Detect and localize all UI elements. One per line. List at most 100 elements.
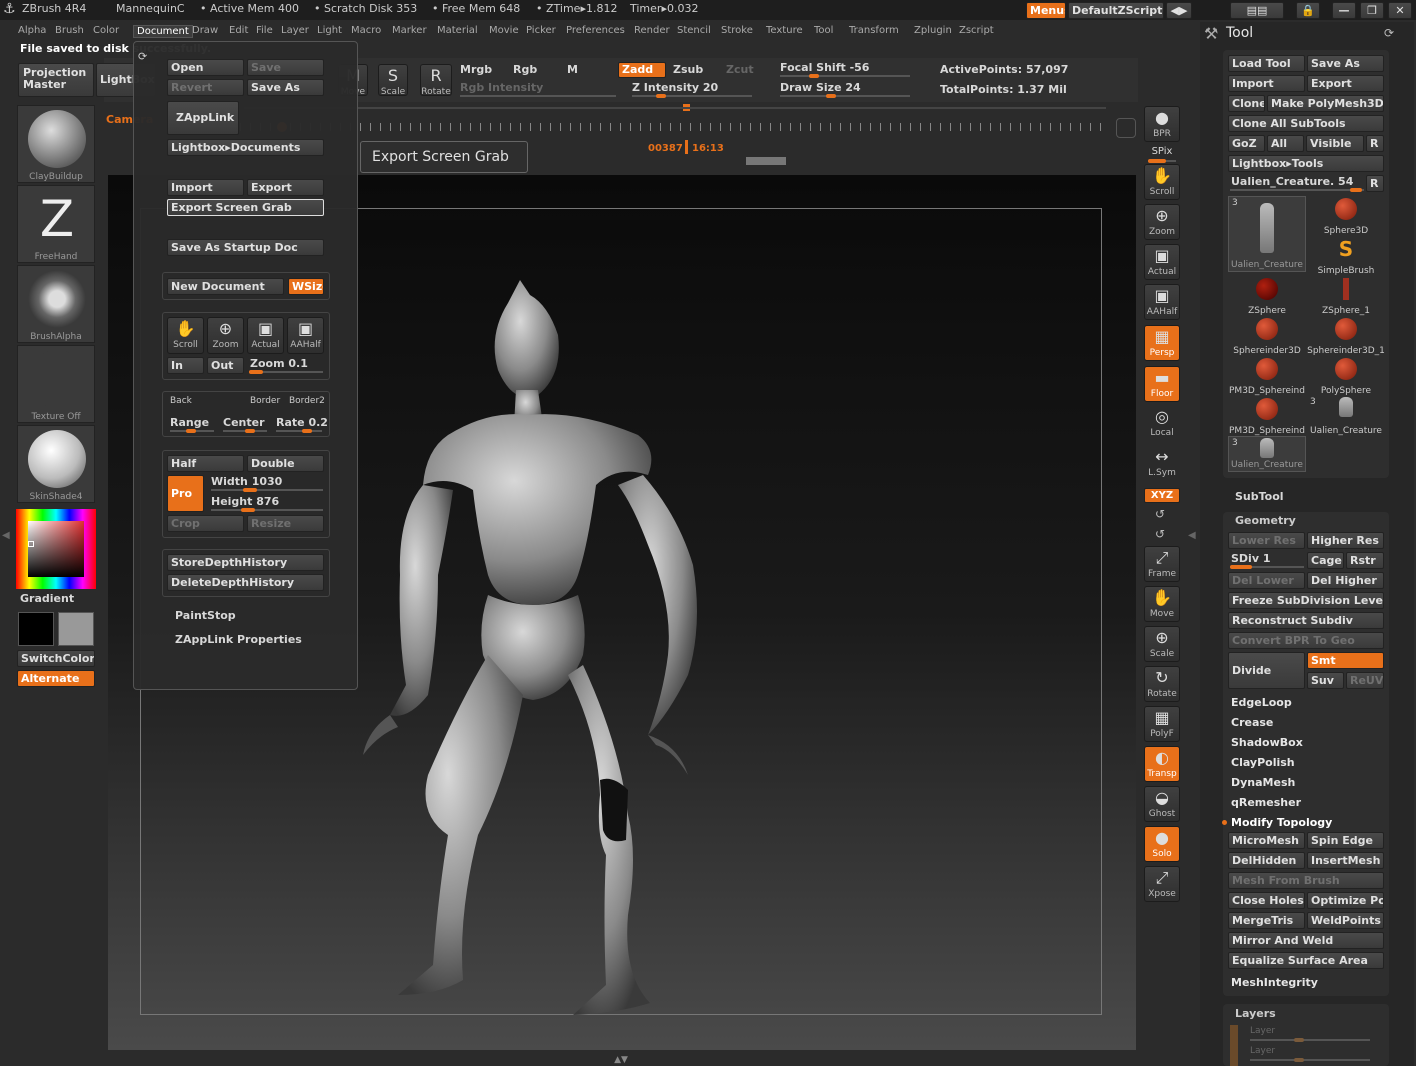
shelf-scroll-button[interactable]: ✋ Scroll <box>1144 164 1180 200</box>
divide-button[interactable]: Divide <box>1228 652 1305 689</box>
range-track[interactable] <box>170 429 214 433</box>
delhidden-button[interactable]: DelHidden <box>1228 852 1305 869</box>
menu-tool[interactable]: Tool <box>814 25 833 36</box>
menu-marker[interactable]: Marker <box>392 25 427 36</box>
tool-item-zsphere[interactable]: ZSphere <box>1228 276 1306 316</box>
menu-alpha[interactable]: Alpha <box>18 25 46 36</box>
delete-depth-history-button[interactable]: DeleteDepthHistory <box>167 574 324 591</box>
shelf-frame-button[interactable]: ⤢ Frame <box>1144 546 1180 582</box>
rgb-intensity-slider[interactable]: Rgb Intensity <box>460 81 543 94</box>
shelf-floor-button[interactable]: ▬ Floor <box>1144 366 1180 402</box>
close-icon[interactable]: ✕ <box>1388 2 1412 19</box>
half-button[interactable]: Half <box>167 455 244 472</box>
menu-stroke[interactable]: Stroke <box>721 25 753 36</box>
timeline-scroll[interactable] <box>746 157 786 165</box>
alternate-button[interactable]: Alternate <box>17 670 95 687</box>
zoom-out-button[interactable]: Out <box>207 357 244 374</box>
rate-track[interactable] <box>276 429 322 433</box>
width-track[interactable] <box>211 488 323 492</box>
menu-zplugin[interactable]: Zplugin <box>914 25 952 36</box>
sym-rotate-b-icon[interactable]: ↺ <box>1155 527 1165 541</box>
cage-button[interactable]: Cage <box>1307 552 1344 569</box>
center-slider[interactable]: Center <box>223 416 265 429</box>
gradient-label[interactable]: Gradient <box>20 592 74 605</box>
geometry-header[interactable]: Geometry <box>1235 514 1296 527</box>
width-slider[interactable]: Width 1030 <box>211 475 282 488</box>
minimize-icon[interactable]: — <box>1332 2 1356 19</box>
draw-size-track[interactable] <box>780 94 910 98</box>
sym-rotate-a-icon[interactable]: ↺ <box>1155 507 1165 521</box>
new-document-button[interactable]: New Document <box>167 278 284 295</box>
menu-preferences[interactable]: Preferences <box>566 25 625 36</box>
color-picker[interactable] <box>16 509 96 589</box>
sdiv-slider[interactable]: SDiv 1 <box>1231 552 1270 565</box>
load-tool-button[interactable]: Load Tool <box>1228 55 1305 72</box>
mrgb-toggle[interactable]: Mrgb <box>460 63 492 76</box>
rotate-mode-button[interactable]: R Rotate <box>420 64 452 97</box>
shelf-xyz-button[interactable]: XYZ <box>1144 488 1180 503</box>
clone-all-subtools-button[interactable]: Clone All SubTools <box>1228 115 1384 132</box>
menu-macro[interactable]: Macro <box>351 25 381 36</box>
insertmesh-button[interactable]: InsertMesh <box>1307 852 1384 869</box>
double-button[interactable]: Double <box>247 455 324 472</box>
zapplink-properties-item[interactable]: ZAppLink Properties <box>175 633 302 646</box>
layer-slot-2-track[interactable] <box>1250 1058 1370 1062</box>
weldpoints-button[interactable]: WeldPoints <box>1307 912 1384 929</box>
brush-thumb-brushalpha[interactable]: BrushAlpha <box>17 265 95 343</box>
menu-render[interactable]: Render <box>634 25 670 36</box>
doc-actual-button[interactable]: ▣ Actual <box>247 317 284 354</box>
tool-item-ualien_creature[interactable]: Ualien_Creature 3 <box>1228 436 1306 472</box>
doc-aahalf-button[interactable]: ▣ AAHalf <box>287 317 324 354</box>
revert-button[interactable]: Revert <box>167 79 244 96</box>
export-button[interactable]: Export <box>247 179 324 196</box>
save-button[interactable]: Save <box>247 59 324 76</box>
shelf-aahalf-button[interactable]: ▣ AAHalf <box>1144 284 1180 320</box>
border2-label[interactable]: Border2 <box>289 396 325 406</box>
shelf-rotate-button[interactable]: ↻ Rotate <box>1144 666 1180 702</box>
subtool-header[interactable]: SubTool <box>1235 490 1284 503</box>
rate-slider[interactable]: Rate 0.2 <box>276 416 328 429</box>
suv-button[interactable]: Suv <box>1307 672 1344 689</box>
timeline-end-button[interactable] <box>1116 118 1136 138</box>
color-saturation-square[interactable] <box>28 521 84 577</box>
range-slider[interactable]: Range <box>170 416 209 429</box>
tool-item-simplebrush[interactable]: S SimpleBrush <box>1307 236 1385 276</box>
convert-bpr-button[interactable]: Convert BPR To Geo <box>1228 632 1384 649</box>
lower-res-button[interactable]: Lower Res <box>1228 532 1305 549</box>
clone-button[interactable]: Clone <box>1228 95 1265 112</box>
layer-slot-1[interactable]: Layer <box>1250 1026 1275 1036</box>
menu-material[interactable]: Material <box>437 25 478 36</box>
tool-item-zsphere_1[interactable]: ZSphere_1 <box>1307 276 1385 316</box>
shelf-scale-button[interactable]: ⊕ Scale <box>1144 626 1180 662</box>
rgb-intensity-track[interactable] <box>460 95 616 97</box>
wsize-button[interactable]: WSize <box>288 278 324 295</box>
switch-color-button[interactable]: SwitchColor <box>17 650 95 667</box>
border-label[interactable]: Border <box>250 396 280 406</box>
tool-item-sphereinder3d[interactable]: Sphereinder3D <box>1228 316 1306 356</box>
save-as-button[interactable]: Save As <box>247 79 324 96</box>
window-layout-button[interactable]: ▤▤ <box>1230 2 1284 19</box>
z-intensity-slider[interactable]: Z Intensity 20 <box>632 81 718 94</box>
current-tool-r-button[interactable]: R <box>1366 175 1384 192</box>
store-depth-history-button[interactable]: StoreDepthHistory <box>167 554 324 571</box>
brush-thumb-texture-off[interactable]: Texture Off <box>17 345 95 423</box>
projection-master-button[interactable]: Projection Master <box>18 63 94 97</box>
main-color-swatch[interactable] <box>18 612 54 646</box>
reuv-button[interactable]: ReUV <box>1346 672 1384 689</box>
restore-icon[interactable]: ❐ <box>1360 2 1384 19</box>
zapplink-button[interactable]: ZAppLink <box>167 101 239 135</box>
rgb-toggle[interactable]: Rgb <box>513 63 537 76</box>
tool-item-ualien_creature[interactable]: Ualien_Creature 3 <box>1228 196 1306 272</box>
menu-transform[interactable]: Transform <box>849 25 899 36</box>
secondary-color-swatch[interactable] <box>58 612 94 646</box>
layers-header[interactable]: Layers <box>1235 1007 1276 1020</box>
menu-color[interactable]: Color <box>93 25 119 36</box>
open-button[interactable]: Open <box>167 59 244 76</box>
shelf-bpr-button[interactable]: ● BPR <box>1144 106 1180 142</box>
dynamesh-item[interactable]: DynaMesh <box>1231 776 1295 789</box>
menu-file[interactable]: File <box>256 25 273 36</box>
menu-edit[interactable]: Edit <box>229 25 248 36</box>
tool-panel-refresh-icon[interactable]: ⟳ <box>1384 26 1394 40</box>
height-track[interactable] <box>211 508 323 512</box>
menu-document[interactable]: Document <box>133 25 193 38</box>
